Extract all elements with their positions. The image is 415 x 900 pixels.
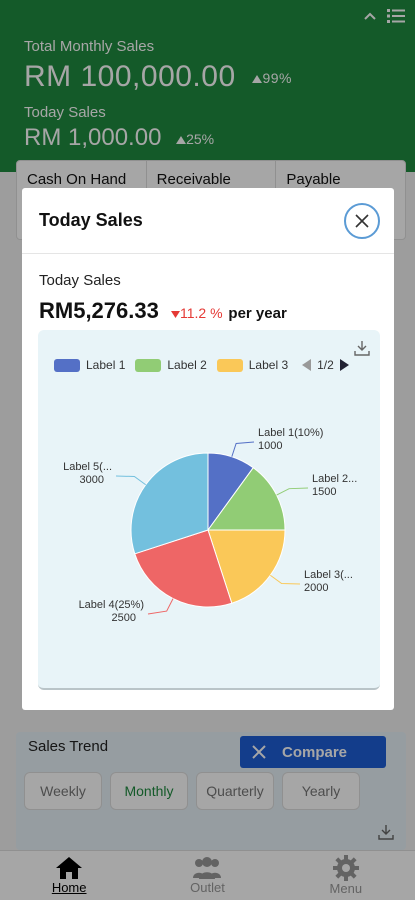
pie-label-name: Label 5(... (63, 461, 112, 473)
pie-label-name: Label 4(25%) (79, 599, 144, 611)
pie-label-name: Label 2... (312, 473, 357, 485)
pie-chart: Label 1(10%)1000 Label 2...1500 Label 3(..… (63, 427, 357, 624)
pie-label-value: 2000 (304, 582, 328, 594)
pie-label-name: Label 1(10%) (258, 427, 323, 439)
change-indicator: 11.2 % (170, 305, 226, 321)
down-triangle-icon (170, 311, 180, 318)
pie-label-value: 2500 (112, 612, 136, 624)
modal-header: Today Sales (22, 188, 394, 254)
pie-leader-line (270, 574, 301, 585)
close-icon (355, 214, 369, 228)
pie-leader-line (231, 441, 255, 457)
pie-leader-line (276, 487, 309, 496)
change-suffix: per year (228, 305, 287, 322)
pie-label-name: Label 3(... (304, 569, 353, 581)
pie-leader-line (115, 475, 146, 486)
pie-label-value: 3000 (80, 474, 104, 486)
modal-title: Today Sales (39, 210, 143, 230)
close-button[interactable] (344, 203, 380, 239)
amount-value: RM5,276.33 (39, 298, 159, 323)
pie-label-value: 1500 (312, 486, 336, 498)
change-value: 11.2 % (179, 305, 223, 321)
pie-label-value: 1000 (258, 440, 282, 452)
today-sales-modal: Today Sales Today Sales RM5,276.33 11.2 … (22, 188, 394, 710)
pie-chart-panel: Label 1 Label 2 Label 3 1/2 Label 1(10%)… (38, 330, 380, 690)
modal-subtitle: Today Sales (39, 272, 121, 289)
today-sales-amount: RM5,276.33 11.2 % per year (39, 298, 287, 324)
pie-leader-line (147, 598, 174, 615)
